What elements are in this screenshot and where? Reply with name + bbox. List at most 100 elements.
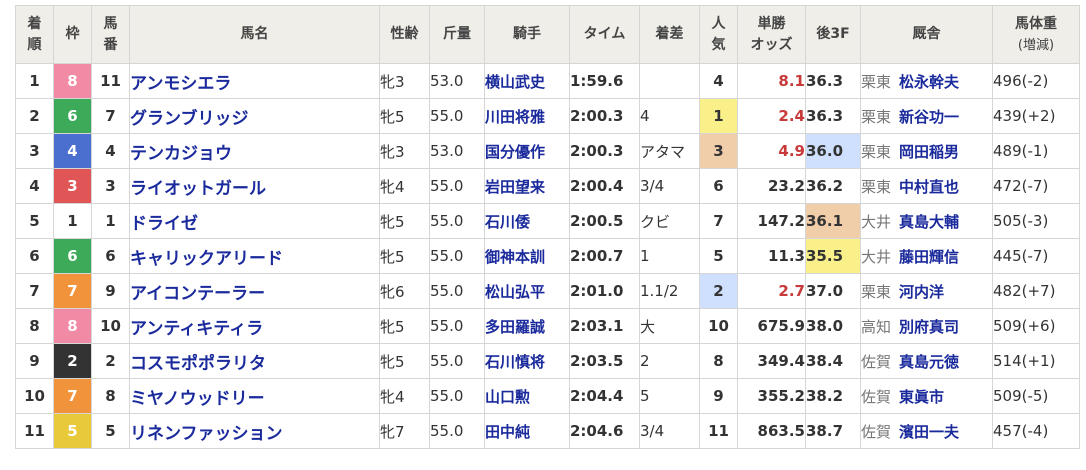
col-body-weight[interactable]: 馬体重 (増減): [992, 5, 1080, 64]
jockey-link[interactable]: 石川慎将: [485, 353, 545, 371]
horse-name-link[interactable]: コスモポポラリタ: [130, 354, 266, 374]
jockey-link[interactable]: 田中純: [485, 423, 530, 441]
trainer-link[interactable]: 藤田輝信: [899, 248, 959, 266]
jockey-link[interactable]: 多田羅誠: [485, 318, 545, 336]
horse-number-cell: 11: [91, 63, 130, 99]
col-trainer[interactable]: 厩舎: [860, 5, 993, 64]
weight-cell: 55.0: [429, 168, 485, 204]
last-3f-cell: 36.1: [805, 203, 861, 239]
col-time[interactable]: タイム: [569, 5, 640, 64]
trainer-link[interactable]: 岡田稲男: [899, 143, 959, 161]
col-horse-number[interactable]: 馬番: [91, 5, 130, 64]
horse-name-link[interactable]: テンカジョウ: [130, 144, 232, 164]
jockey-link[interactable]: 山口勲: [485, 388, 530, 406]
trainer-link[interactable]: 松永幹夫: [899, 73, 959, 91]
horse-name-link[interactable]: リネンファッション: [130, 424, 283, 444]
col-gate[interactable]: 枠: [53, 5, 92, 64]
jockey-link[interactable]: 川田将雅: [485, 108, 545, 126]
jockey-link[interactable]: 松山弘平: [485, 283, 545, 301]
sex-age-cell: 牝7: [379, 413, 430, 449]
trainer-link[interactable]: 河内洋: [899, 283, 944, 301]
horse-name-cell: アイコンテーラー: [129, 273, 380, 309]
last-3f-cell: 38.7: [805, 413, 861, 449]
horse-name-link[interactable]: アンモシエラ: [130, 74, 231, 94]
trainer-link[interactable]: 真島大輔: [899, 213, 959, 231]
horse-number-cell: 4: [91, 133, 130, 169]
horse-name-cell: グランブリッジ: [129, 98, 380, 134]
trainer-link[interactable]: 別府真司: [899, 318, 959, 336]
body-weight-cell: 509(-5): [992, 378, 1080, 414]
trainer-link[interactable]: 濱田一夫: [899, 423, 959, 441]
time-cell: 2:00.7: [569, 238, 640, 274]
trainer-link[interactable]: 真島元徳: [899, 353, 959, 371]
weight-cell: 53.0: [429, 133, 485, 169]
trainer-link[interactable]: 東眞市: [899, 388, 944, 406]
jockey-link[interactable]: 御神本訓: [485, 248, 545, 266]
table-row: 7 7 9 アイコンテーラー 牝6 55.0 松山弘平 2:01.0 1.1/2…: [15, 273, 1080, 309]
margin-cell: [639, 63, 700, 99]
time-cell: 2:03.1: [569, 308, 640, 344]
gate-cell: 8: [53, 63, 92, 99]
horse-number-cell: 10: [91, 308, 130, 344]
sex-age-cell: 牝3: [379, 63, 430, 99]
last-3f-cell: 36.0: [805, 133, 861, 169]
jockey-link[interactable]: 岩田望来: [485, 178, 545, 196]
popularity-cell: 1: [699, 98, 738, 134]
weight-cell: 55.0: [429, 413, 485, 449]
jockey-cell: 横山武史: [484, 63, 570, 99]
horse-name-link[interactable]: キャリックアリード: [130, 249, 283, 269]
trainer-cell: 高知 別府真司: [860, 308, 993, 344]
jockey-link[interactable]: 国分優作: [485, 143, 545, 161]
last-3f-cell: 36.3: [805, 98, 861, 134]
col-popularity[interactable]: 人気: [699, 5, 738, 64]
popularity-cell: 8: [699, 343, 738, 379]
body-weight-cell: 439(+2): [992, 98, 1080, 134]
col-odds[interactable]: 単勝 オッズ: [737, 5, 806, 64]
weight-cell: 55.0: [429, 308, 485, 344]
table-body: 1 8 11 アンモシエラ 牝3 53.0 横山武史 1:59.6 4 8.1 …: [15, 63, 1080, 449]
odds-cell: 147.2: [737, 203, 806, 239]
gate-cell: 8: [53, 308, 92, 344]
col-rank[interactable]: 着順: [15, 5, 54, 64]
popularity-cell: 9: [699, 378, 738, 414]
last-3f-cell: 36.2: [805, 168, 861, 204]
rank-cell: 3: [15, 133, 54, 169]
col-horse-name[interactable]: 馬名: [129, 5, 380, 64]
time-cell: 2:00.3: [569, 133, 640, 169]
trainer-link[interactable]: 新谷功一: [899, 108, 959, 126]
table-row: 5 1 1 ドライゼ 牝5 55.0 石川倭 2:00.5 クビ 7 147.2…: [15, 203, 1080, 239]
horse-name-link[interactable]: ミヤノウッドリー: [130, 389, 265, 409]
jockey-link[interactable]: 横山武史: [485, 73, 545, 91]
trainer-cell: 大井 真島大輔: [860, 203, 993, 239]
horse-name-link[interactable]: アイコンテーラー: [130, 284, 265, 304]
horse-number-cell: 8: [91, 378, 130, 414]
horse-number-cell: 2: [91, 343, 130, 379]
horse-name-link[interactable]: アンティキティラ: [130, 319, 263, 339]
time-cell: 1:59.6: [569, 63, 640, 99]
table-row: 10 7 8 ミヤノウッドリー 牝4 55.0 山口勲 2:04.4 5 9 3…: [15, 378, 1080, 414]
rank-cell: 4: [15, 168, 54, 204]
jockey-link[interactable]: 石川倭: [485, 213, 530, 231]
trainer-link[interactable]: 中村直也: [899, 178, 959, 196]
trainer-region: 佐賀: [861, 352, 892, 371]
col-sex-age[interactable]: 性齢: [379, 5, 430, 64]
rank-cell: 2: [15, 98, 54, 134]
margin-cell: 1.1/2: [639, 273, 700, 309]
odds-cell: 23.2: [737, 168, 806, 204]
sex-age-cell: 牝5: [379, 308, 430, 344]
gate-cell: 7: [53, 273, 92, 309]
horse-name-link[interactable]: グランブリッジ: [130, 109, 249, 129]
col-margin[interactable]: 着差: [639, 5, 700, 64]
col-jockey[interactable]: 騎手: [484, 5, 570, 64]
col-last-3f[interactable]: 後3F: [805, 5, 861, 64]
time-cell: 2:00.5: [569, 203, 640, 239]
last-3f-cell: 36.3: [805, 63, 861, 99]
horse-number-cell: 3: [91, 168, 130, 204]
col-weight[interactable]: 斤量: [429, 5, 485, 64]
horse-name-link[interactable]: ライオットガール: [130, 179, 266, 199]
odds-cell: 8.1: [737, 63, 806, 99]
horse-number-cell: 7: [91, 98, 130, 134]
jockey-cell: 石川慎将: [484, 343, 570, 379]
horse-name-link[interactable]: ドライゼ: [130, 214, 198, 234]
gate-cell: 3: [53, 168, 92, 204]
